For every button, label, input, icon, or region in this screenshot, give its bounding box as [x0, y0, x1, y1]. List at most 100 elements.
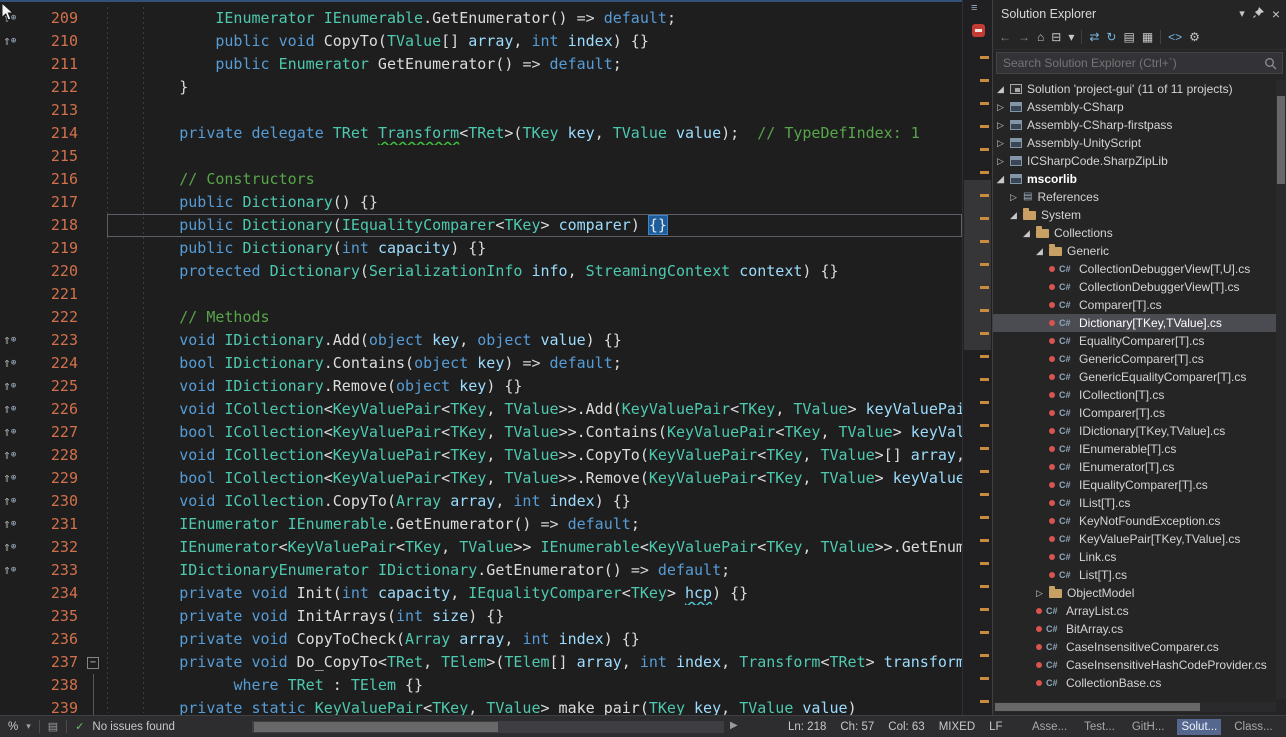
tree-item[interactable]: C#CollectionDebuggerView[T,U].cs: [993, 260, 1286, 278]
collapse-all-icon[interactable]: ⊟: [1051, 31, 1061, 43]
code-text[interactable]: private void InitArrays(int size) {}: [107, 605, 962, 628]
glyph-margin[interactable]: ⇑⊕: [0, 352, 26, 375]
code-line[interactable]: 219 public Dictionary(int capacity) {}: [0, 237, 962, 260]
glyph-margin[interactable]: [0, 191, 26, 214]
expander-icon[interactable]: ◢: [1023, 228, 1036, 239]
code-line[interactable]: 234 private void Init(int capacity, IEqu…: [0, 582, 962, 605]
line-number[interactable]: 231: [26, 513, 82, 536]
code-line[interactable]: 211 public Enumerator GetEnumerator() =>…: [0, 53, 962, 76]
code-line[interactable]: 235 private void InitArrays(int size) {}: [0, 605, 962, 628]
refresh-icon[interactable]: ↻: [1106, 31, 1116, 43]
glyph-margin[interactable]: ⇑⊕: [0, 375, 26, 398]
line-number[interactable]: 213: [26, 99, 82, 122]
line-number[interactable]: 236: [26, 628, 82, 651]
tree-item[interactable]: ◢Generic: [993, 242, 1286, 260]
glyph-margin[interactable]: [0, 674, 26, 697]
code-line[interactable]: ⇑⊕226 void ICollection<KeyValuePair<TKey…: [0, 398, 962, 421]
tree-item[interactable]: C#Link.cs: [993, 548, 1286, 566]
line-number[interactable]: 234: [26, 582, 82, 605]
tree-item[interactable]: ▷References: [993, 188, 1286, 206]
code-line[interactable]: ⇑⊕230 void ICollection.CopyTo(Array arra…: [0, 490, 962, 513]
tree-item[interactable]: C#IEqualityComparer[T].cs: [993, 476, 1286, 494]
scrollbar-thumb[interactable]: [995, 703, 1200, 711]
glyph-margin[interactable]: [0, 237, 26, 260]
properties-icon[interactable]: ⚙: [1189, 31, 1200, 43]
glyph-margin[interactable]: ⇑⊕: [0, 444, 26, 467]
code-text[interactable]: IEnumerator<KeyValuePair<TKey, TValue>> …: [107, 536, 962, 559]
line-number[interactable]: 239: [26, 697, 82, 715]
panel-tab-class[interactable]: Class...: [1230, 719, 1276, 735]
tree-item[interactable]: C#IList[T].cs: [993, 494, 1286, 512]
code-text[interactable]: [107, 145, 962, 168]
code-text[interactable]: protected Dictionary(SerializationInfo i…: [107, 260, 962, 283]
glyph-margin[interactable]: [0, 651, 26, 674]
line-indicator[interactable]: Ln: 218: [788, 721, 826, 733]
expander-icon[interactable]: ▷: [997, 138, 1010, 149]
line-number[interactable]: 235: [26, 605, 82, 628]
glyph-margin[interactable]: ⇑⊕: [0, 467, 26, 490]
expander-icon[interactable]: ▷: [997, 156, 1010, 167]
tree-item[interactable]: C#GenericComparer[T].cs: [993, 350, 1286, 368]
code-line[interactable]: 213: [0, 99, 962, 122]
line-number[interactable]: 211: [26, 53, 82, 76]
glyph-margin[interactable]: [0, 697, 26, 715]
glyph-margin[interactable]: [0, 605, 26, 628]
search-input[interactable]: [997, 53, 1282, 73]
tree-item[interactable]: C#CollectionDebuggerView[T].cs: [993, 278, 1286, 296]
document-icon[interactable]: ▤: [48, 720, 58, 733]
tree-item[interactable]: C#IEnumerator[T].cs: [993, 458, 1286, 476]
panel-horizontal-scrollbar[interactable]: [993, 702, 1276, 712]
expander-icon[interactable]: ◢: [997, 174, 1010, 185]
search-icon[interactable]: [1264, 57, 1277, 70]
line-number[interactable]: 232: [26, 536, 82, 559]
code-text[interactable]: void ICollection<KeyValuePair<TKey, TVal…: [107, 398, 962, 421]
tree-item[interactable]: C#IComparer[T].cs: [993, 404, 1286, 422]
column-indicator[interactable]: Col: 63: [888, 721, 924, 733]
line-number[interactable]: 228: [26, 444, 82, 467]
code-text[interactable]: IDictionaryEnumerator IDictionary.GetEnu…: [107, 559, 962, 582]
tree-item[interactable]: C#IDictionary[TKey,TValue].cs: [993, 422, 1286, 440]
line-number[interactable]: 210: [26, 30, 82, 53]
glyph-margin[interactable]: [0, 99, 26, 122]
line-number[interactable]: 233: [26, 559, 82, 582]
line-number[interactable]: 209: [26, 7, 82, 30]
line-number[interactable]: 216: [26, 168, 82, 191]
tree-item[interactable]: C#ArrayList.cs: [993, 602, 1286, 620]
line-number[interactable]: 215: [26, 145, 82, 168]
line-number[interactable]: 214: [26, 122, 82, 145]
glyph-margin[interactable]: [0, 306, 26, 329]
panel-vertical-scrollbar[interactable]: [1276, 80, 1286, 699]
expander-icon[interactable]: ▷: [997, 102, 1010, 113]
code-text[interactable]: public void CopyTo(TValue[] array, int i…: [107, 30, 962, 53]
glyph-margin[interactable]: [0, 76, 26, 99]
pin-icon[interactable]: [1253, 7, 1264, 21]
glyph-margin[interactable]: ⇑⊕: [0, 536, 26, 559]
tree-item[interactable]: C#EqualityComparer[T].cs: [993, 332, 1286, 350]
code-line[interactable]: 222 // Methods: [0, 306, 962, 329]
code-line[interactable]: 221: [0, 283, 962, 306]
tree-item[interactable]: C#CaseInsensitiveHashCodeProvider.cs: [993, 656, 1286, 674]
panel-tab-solut[interactable]: Solut...: [1177, 719, 1221, 735]
tree-item[interactable]: C#ICollection[T].cs: [993, 386, 1286, 404]
glyph-margin[interactable]: [0, 582, 26, 605]
expander-icon[interactable]: ▷: [997, 120, 1010, 131]
line-number[interactable]: 237: [26, 651, 82, 674]
tree-item[interactable]: C#GenericEqualityComparer[T].cs: [993, 368, 1286, 386]
glyph-margin[interactable]: ⇑⊕: [0, 30, 26, 53]
line-number[interactable]: 227: [26, 421, 82, 444]
code-line[interactable]: ⇑⊕209 IEnumerator IEnumerable.GetEnumera…: [0, 7, 962, 30]
close-icon[interactable]: ×: [1272, 6, 1280, 22]
glyph-margin[interactable]: [0, 260, 26, 283]
tree-item[interactable]: ▷Assembly-CSharp: [993, 98, 1286, 116]
tree-item[interactable]: C#IEnumerable[T].cs: [993, 440, 1286, 458]
code-line[interactable]: 214 private delegate TRet Transform<TRet…: [0, 122, 962, 145]
glyph-margin[interactable]: [0, 168, 26, 191]
indentation-indicator[interactable]: MIXED: [939, 721, 975, 733]
line-number[interactable]: 220: [26, 260, 82, 283]
panel-tab-asse[interactable]: Asse...: [1028, 719, 1071, 735]
code-line[interactable]: 239 private static KeyValuePair<TKey, TV…: [0, 697, 962, 715]
tree-item[interactable]: ◢System: [993, 206, 1286, 224]
line-number[interactable]: 230: [26, 490, 82, 513]
expander-icon[interactable]: ◢: [1036, 246, 1049, 257]
editor-scrollbar[interactable]: ≡: [962, 0, 992, 715]
